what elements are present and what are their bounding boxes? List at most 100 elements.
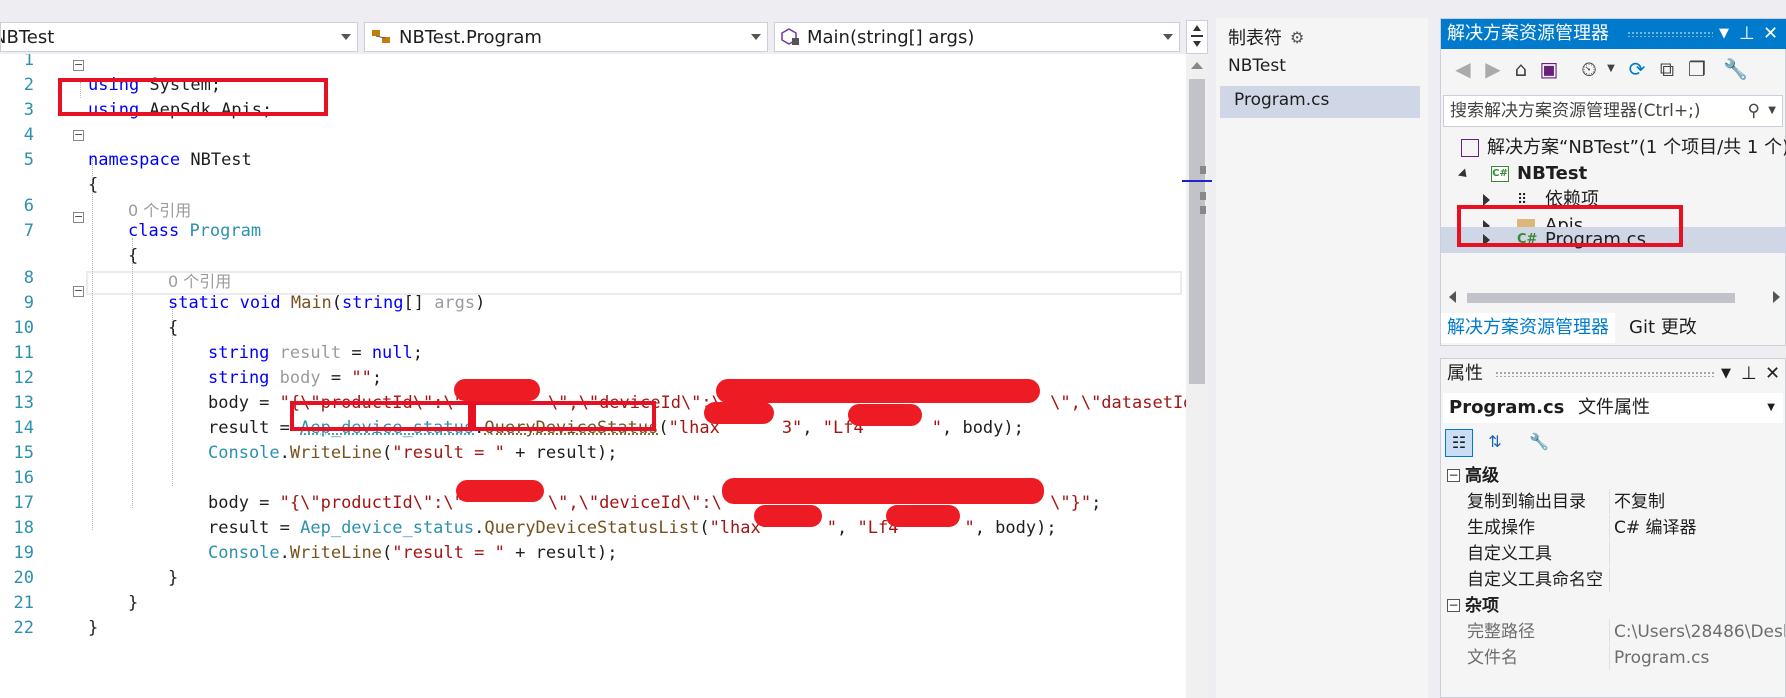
tree-item-solution[interactable]: 解决方案“NBTest”(1 个项目/共 1 个) bbox=[1441, 135, 1786, 161]
properties-icon[interactable]: 🔧 bbox=[1723, 57, 1748, 81]
tab-solution-explorer[interactable]: 解决方案资源管理器 bbox=[1441, 313, 1615, 343]
solution-explorer-toolbar: ◀ ▶ ⌂ ▣ ⏲ ▼ ⟳ ⧉ ❐ 🔧 bbox=[1441, 53, 1786, 85]
redaction-mark bbox=[704, 402, 774, 424]
highlight-box-class bbox=[290, 401, 472, 431]
code-line: namespace NBTest bbox=[88, 150, 252, 170]
dropdown-icon[interactable]: ▼ bbox=[1721, 359, 1731, 389]
solution-explorer-tabs: 解决方案资源管理器 Git 更改 bbox=[1441, 313, 1786, 345]
home-icon[interactable]: ⌂ bbox=[1509, 57, 1533, 81]
class-dropdown[interactable]: NBTest.Program bbox=[364, 22, 768, 52]
code-line: string result = null; bbox=[208, 343, 424, 363]
chevron-down-icon bbox=[1163, 34, 1173, 40]
code-line: string body = ""; bbox=[208, 368, 383, 388]
collapse-icon[interactable]: − bbox=[1447, 469, 1460, 482]
code-editor[interactable]: − − − − 1 2 3 4 5 6 7 8 9 10 11 12 13 14… bbox=[0, 54, 1186, 698]
property-value[interactable]: 不复制 bbox=[1609, 489, 1785, 514]
property-value[interactable]: C# 编译器 bbox=[1609, 515, 1785, 540]
property-row[interactable]: 自定义工具 bbox=[1441, 541, 1786, 567]
category-misc[interactable]: − 杂项 bbox=[1441, 593, 1786, 619]
solution-explorer-search[interactable]: 搜索解决方案资源管理器(Ctrl+;) ⚲ ▼ bbox=[1443, 95, 1783, 127]
property-row[interactable]: 完整路径 C:\Users\28486\Desktop bbox=[1441, 619, 1786, 645]
property-name: 自定义工具 bbox=[1467, 544, 1552, 564]
property-row[interactable]: 复制到输出目录 不复制 bbox=[1441, 489, 1786, 515]
tabstop-item[interactable]: NBTest bbox=[1228, 56, 1286, 76]
property-row[interactable]: 文件名 Program.cs bbox=[1441, 645, 1786, 671]
solution-explorer-hscrollbar[interactable] bbox=[1441, 287, 1786, 309]
highlight-box-method bbox=[472, 401, 656, 431]
scroll-marker bbox=[1200, 206, 1206, 214]
scrollbar-thumb[interactable] bbox=[1467, 293, 1735, 303]
editor-vertical-scrollbar[interactable] bbox=[1182, 54, 1212, 698]
dropdown-icon[interactable]: ▼ bbox=[1719, 19, 1729, 49]
project-dropdown[interactable]: NBTest bbox=[0, 22, 358, 52]
editor-navigation-bar: NBTest NBTest.Program Main(string[] args… bbox=[0, 20, 1208, 54]
category-advanced[interactable]: − 高级 bbox=[1441, 463, 1786, 489]
alphabetical-icon[interactable]: ⇅ bbox=[1481, 429, 1509, 457]
grip-dots bbox=[1627, 31, 1713, 37]
object-type: 文件属性 bbox=[1578, 397, 1651, 418]
chevron-down-icon[interactable]: ▼ bbox=[1599, 57, 1623, 81]
scroll-marker bbox=[1200, 192, 1206, 200]
tab-git-changes[interactable]: Git 更改 bbox=[1623, 313, 1703, 343]
code-line: { bbox=[88, 175, 99, 195]
close-icon[interactable]: ✕ bbox=[1763, 19, 1778, 49]
property-row[interactable]: 生成操作 C# 编译器 bbox=[1441, 515, 1786, 541]
switch-views-icon[interactable]: ▣ bbox=[1537, 57, 1561, 81]
pin-icon[interactable]: ⊥ bbox=[1741, 359, 1757, 389]
property-value[interactable] bbox=[1609, 567, 1785, 592]
refresh-icon[interactable]: ⟳ bbox=[1625, 57, 1649, 81]
code-line: Console.WriteLine("result = " + result); bbox=[208, 543, 618, 563]
properties-title: 属性 bbox=[1447, 363, 1483, 384]
tabstop-panel: 制表符 ⚙ NBTest Program.cs bbox=[1216, 18, 1428, 698]
scroll-right-icon[interactable] bbox=[1773, 291, 1780, 303]
property-name: 文件名 bbox=[1467, 648, 1518, 668]
scroll-up-icon[interactable] bbox=[1191, 62, 1203, 69]
property-value[interactable]: Program.cs bbox=[1609, 645, 1785, 670]
solution-explorer-title: 解决方案资源管理器 bbox=[1447, 23, 1609, 44]
collapse-icon[interactable]: − bbox=[1447, 599, 1460, 612]
highlight-box-program-cs bbox=[1457, 205, 1683, 247]
property-row[interactable]: 自定义工具命名空间 bbox=[1441, 567, 1786, 593]
property-name: 复制到输出目录 bbox=[1467, 492, 1586, 512]
copy-icon[interactable]: ❐ bbox=[1685, 57, 1709, 81]
solution-explorer-titlebar: 解决方案资源管理器 ▼ ⊥ ✕ bbox=[1441, 19, 1786, 49]
tabstop-item-selected[interactable]: Program.cs bbox=[1234, 90, 1329, 110]
properties-object-selector[interactable]: Program.cs 文件属性 ▼ bbox=[1443, 393, 1783, 423]
categorized-icon[interactable]: ☷ bbox=[1445, 429, 1473, 457]
tabstop-title: 制表符 bbox=[1228, 28, 1282, 49]
property-name: 完整路径 bbox=[1467, 622, 1535, 642]
property-pages-icon[interactable]: 🔧 bbox=[1525, 429, 1553, 457]
member-dropdown[interactable]: Main(string[] args) bbox=[774, 22, 1180, 52]
collapse-all-icon[interactable]: ⧉ bbox=[1655, 57, 1679, 81]
chevron-down-icon[interactable]: ▼ bbox=[1768, 96, 1776, 126]
close-icon[interactable]: ✕ bbox=[1765, 359, 1780, 389]
forward-icon[interactable]: ▶ bbox=[1481, 57, 1505, 81]
code-line: static void Main(string[] args) bbox=[168, 293, 486, 313]
back-icon[interactable]: ◀ bbox=[1451, 57, 1475, 81]
pin-icon[interactable]: ⊥ bbox=[1739, 19, 1755, 49]
code-line: } bbox=[128, 593, 139, 613]
search-placeholder: 搜索解决方案资源管理器(Ctrl+;) bbox=[1450, 101, 1701, 121]
object-name: Program.cs bbox=[1449, 397, 1565, 418]
search-icon[interactable]: ⚲ bbox=[1748, 96, 1760, 126]
scrollbar-thumb[interactable] bbox=[1189, 79, 1205, 384]
property-value[interactable] bbox=[1609, 541, 1785, 566]
property-value[interactable]: C:\Users\28486\Desktop bbox=[1609, 619, 1785, 644]
property-name: 自定义工具命名空间 bbox=[1467, 570, 1603, 590]
method-icon bbox=[781, 28, 801, 46]
expanded-icon[interactable] bbox=[1457, 168, 1471, 181]
properties-toolbar: ☷ ⇅ 🔧 bbox=[1441, 425, 1786, 461]
properties-titlebar: 属性 ▼ ⊥ ✕ bbox=[1441, 359, 1786, 389]
tabstop-header: 制表符 ⚙ bbox=[1228, 24, 1304, 50]
grip-dots bbox=[1495, 371, 1715, 377]
highlight-box-using bbox=[58, 78, 328, 116]
pending-changes-icon[interactable]: ⏲ bbox=[1577, 57, 1601, 81]
property-name: 生成操作 bbox=[1467, 518, 1535, 538]
tree-item-label: NBTest bbox=[1517, 163, 1588, 184]
csharp-project-icon: C# bbox=[1491, 166, 1509, 182]
gear-icon[interactable]: ⚙ bbox=[1290, 28, 1304, 47]
scroll-left-icon[interactable] bbox=[1449, 291, 1456, 303]
tree-item-project[interactable]: C# NBTest bbox=[1441, 161, 1786, 187]
class-icon bbox=[371, 28, 393, 46]
split-editor-button[interactable] bbox=[1186, 20, 1208, 54]
